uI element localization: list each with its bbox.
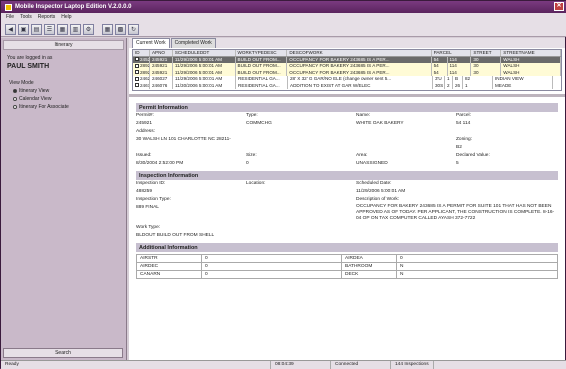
view-option-itinerary[interactable]: Itinerary View xyxy=(13,88,114,94)
view-mode-label: View Mode xyxy=(9,80,34,86)
view-option-associate[interactable]: Itinerary For Associate xyxy=(13,104,114,110)
permit-address: 30 WALSH LN 101 CHARLOTTE NC 28211- xyxy=(136,137,231,142)
radio-icon[interactable] xyxy=(13,97,17,101)
checkbox[interactable] xyxy=(135,76,139,81)
detail-panel: Permit Information Permit#: Type: Name: Par… xyxy=(132,100,562,358)
list-icon[interactable]: ☰ xyxy=(44,24,55,35)
table-row: AIRDEC 0 BATHROOM N xyxy=(136,262,558,271)
additional-table: AIRSTR 0 AIRDEA 0 AIRDEC 0 BATHROOM N CANARN 0 D… xyxy=(136,254,558,279)
close-icon[interactable]: ✕ xyxy=(554,2,564,11)
itinerary-header[interactable]: Itinerary xyxy=(3,40,124,50)
tab-strip: Current Work Completed Work xyxy=(129,38,565,48)
app-icon xyxy=(5,3,12,11)
permit-number: 245921 xyxy=(136,121,153,126)
logged-in-label: You are logged in as xyxy=(7,55,53,61)
table-row: CANARN 0 DECK N xyxy=(136,270,558,279)
work-description: OCCUPANCY FOR BAKERY 243685 IS A PERMIT … xyxy=(356,204,555,221)
refresh-icon[interactable]: ↻ xyxy=(128,24,139,35)
print-icon[interactable]: ▤ xyxy=(31,24,42,35)
sidebar: Itinerary You are logged in as PAUL SMIT… xyxy=(1,38,127,360)
menu-file[interactable]: File xyxy=(6,14,14,21)
checkbox[interactable] xyxy=(135,83,139,88)
back-icon[interactable]: ◀ xyxy=(5,24,16,35)
search-button[interactable]: Search xyxy=(3,348,123,358)
menu-bar: File Tools Reports Help xyxy=(1,13,566,22)
additional-section-title: Additional Information xyxy=(136,243,558,252)
grid-icon[interactable]: ▦ xyxy=(102,24,113,35)
main-panel: Current Work Completed Work ID APNO SCHE… xyxy=(129,38,565,360)
inspection-section-title: Inspection Information xyxy=(136,171,558,180)
table-row: AIRSTR 0 AIRDEA 0 xyxy=(136,254,558,263)
menu-tools[interactable]: Tools xyxy=(20,14,32,21)
checkbox[interactable] xyxy=(135,63,139,68)
checkbox[interactable] xyxy=(135,70,139,75)
checkbox[interactable] xyxy=(135,57,139,62)
report-icon[interactable]: ▥ xyxy=(70,24,81,35)
tab-completed-work[interactable]: Completed Work xyxy=(170,38,216,48)
view-mode-group: View Mode Itinerary View Calendar View I… xyxy=(9,80,118,110)
splitter[interactable] xyxy=(129,94,565,97)
tab-current-work[interactable]: Current Work xyxy=(132,38,170,48)
window-title: Mobile Inspector Laptop Edition V.2.0.0.… xyxy=(15,4,132,10)
calendar-icon[interactable]: ▩ xyxy=(115,24,126,35)
map-icon[interactable]: ▦ xyxy=(57,24,68,35)
toolbar: ◀ ▣ ▤ ☰ ▦ ▥ ⚙ ▦ ▩ ↻ xyxy=(1,22,566,37)
table-row[interactable]: 24676 246076 11/30/2006 5:00:01 AM RESID… xyxy=(133,82,561,89)
settings-icon[interactable]: ⚙ xyxy=(83,24,94,35)
save-icon[interactable]: ▣ xyxy=(18,24,29,35)
radio-icon[interactable] xyxy=(13,89,17,93)
app-window: Mobile Inspector Laptop Edition V.2.0.0.… xyxy=(0,0,566,369)
user-name: PAUL SMITH xyxy=(7,63,50,70)
view-option-calendar[interactable]: Calendar View xyxy=(13,96,114,102)
work-grid: ID APNO SCHEDULEDDT WORKTYPEDESC DESCOFW… xyxy=(132,49,562,91)
menu-reports[interactable]: Reports xyxy=(38,14,56,21)
radio-icon[interactable] xyxy=(13,105,17,109)
permit-section-title: Permit Information xyxy=(136,103,558,112)
menu-help[interactable]: Help xyxy=(61,14,71,21)
title-bar: Mobile Inspector Laptop Edition V.2.0.0.… xyxy=(1,1,566,13)
